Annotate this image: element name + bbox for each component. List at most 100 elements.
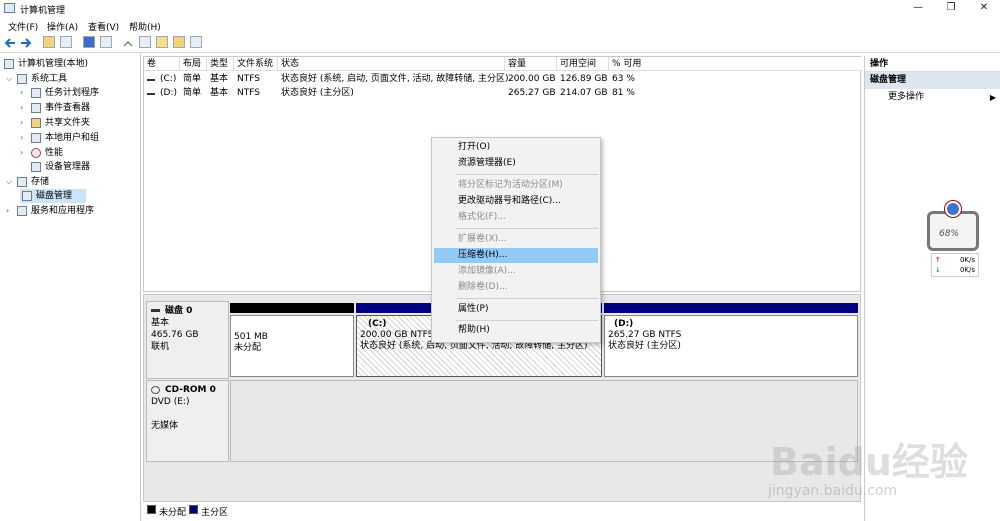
connect-icon[interactable] [122,36,134,48]
unallocated-partition[interactable]: 501 MB 未分配 [230,315,354,377]
help-icon[interactable] [83,36,95,48]
unalloc-label: 未分配 [234,343,262,353]
close-button[interactable]: ✕ [978,2,990,14]
up-folder-icon[interactable] [43,36,55,48]
menu-item-add-mirror[interactable]: 添加镜像(A)... [434,264,598,279]
export-icon[interactable] [156,36,168,48]
menu-item-explorer[interactable]: 资源管理器(E) [434,156,598,171]
toolbar [0,33,1000,53]
menu-separator [456,298,598,299]
more-actions[interactable]: 更多操作 ▶ [865,89,1000,106]
menu-file[interactable]: 文件(F) [8,20,38,33]
users-icon [31,133,41,143]
cdrom-label[interactable]: CD-ROM 0 DVD (E:) 无媒体 [146,380,229,462]
upload-speed: 0K/s [959,256,975,264]
forward-icon[interactable] [20,37,32,49]
menu-item-format[interactable]: 格式化(F)... [434,210,598,225]
partition-d-title: (D:) [614,319,634,329]
network-speed-widget[interactable]: 68% ↑ 0K/s ↓ 0K/s [925,201,985,279]
menu-help[interactable]: 帮助(H) [129,20,161,33]
disk-icon [22,191,32,201]
help-topic-icon[interactable] [173,36,185,48]
col-header-capacity[interactable]: 容量 [505,57,557,71]
cdrom-drive: DVD (E:) [151,397,190,407]
widget-speeds: ↑ 0K/s ↓ 0K/s [931,253,979,277]
legend-unallocated: 未分配 [159,508,187,518]
disk0-status: 联机 [151,342,170,352]
legend-swatch-unallocated [147,505,156,514]
maximize-button[interactable]: ❐ [945,2,957,14]
menu-separator [456,320,598,321]
title-bar: 计算机管理 — ❐ ✕ [0,0,1000,17]
chevron-right-icon[interactable]: › [20,131,28,145]
actions-header: 操作 [865,56,1000,72]
chevron-right-icon[interactable]: › [6,204,14,218]
chevron-down-icon[interactable]: ⌵ [6,175,14,189]
chevron-right-icon[interactable]: › [20,116,28,130]
tools-icon [17,74,27,84]
triangle-right-icon: ▶ [989,93,996,102]
show-tree-icon[interactable] [60,36,72,48]
tree-item-system-tools[interactable]: ⌵ 系统工具 [6,72,140,86]
volume-icon [147,93,155,95]
shared-folder-icon [31,118,41,128]
console-icon[interactable] [190,36,202,48]
menu-item-mark-active[interactable]: 将分区标记为活动分区(M) [434,178,598,193]
cdrom-media: 无媒体 [151,421,179,431]
menu-item-shrink[interactable]: 压缩卷(H)... [434,248,598,263]
tree-item-shared-folders[interactable]: › 共享文件夹 [20,116,140,130]
chevron-right-icon[interactable]: › [20,86,28,100]
menu-view[interactable]: 查看(V) [88,20,119,33]
properties-icon[interactable] [100,36,112,48]
tree-item-root[interactable]: 计算机管理(本地) [2,57,140,71]
chevron-right-icon[interactable]: › [20,101,28,115]
storage-icon [17,177,27,187]
menu-bar: 文件(F) 操作(A) 查看(V) 帮助(H) [0,17,1000,33]
menu-item-help[interactable]: 帮助(H) [434,323,598,338]
widget-percent: 68% [939,229,960,239]
primary-bar-d [604,303,858,313]
tree-item-task-scheduler[interactable]: › 任务计划程序 [20,86,140,100]
menu-action[interactable]: 操作(A) [47,20,78,33]
col-header-volume[interactable]: 卷 [144,57,180,71]
col-header-status[interactable]: 状态 [278,57,505,71]
tree-item-performance[interactable]: › 性能 [20,146,140,160]
menu-item-extend[interactable]: 扩展卷(X)... [434,232,598,247]
legend-primary: 主分区 [201,508,229,518]
tree-item-event-viewer[interactable]: › 事件查看器 [20,101,140,115]
menu-separator [456,174,598,175]
legend: 未分配 主分区 [143,503,861,518]
tree-item-services[interactable]: › 服务和应用程序 [6,204,140,218]
device-manager-icon [31,162,41,172]
col-header-free-space[interactable]: 可用空间 [557,57,609,71]
tree-item-device-manager[interactable]: 设备管理器 [20,160,140,174]
computer-management-icon [4,3,15,13]
partition-d[interactable]: (D:) 265.27 GB NTFS 状态良好 (主分区) [604,315,858,377]
computer-icon [4,59,14,69]
col-header-layout[interactable]: 布局 [180,57,207,71]
menu-item-change-letter[interactable]: 更改驱动器号和路径(C)... [434,194,598,209]
chevron-down-icon[interactable]: ⌵ [6,72,14,86]
legend-swatch-primary [189,505,198,514]
col-header-filesystem[interactable]: 文件系统 [234,57,278,71]
tree-item-local-users[interactable]: › 本地用户和组 [20,131,140,145]
col-header-type[interactable]: 类型 [207,57,234,71]
menu-item-delete[interactable]: 删除卷(D)... [434,280,598,295]
tree-item-storage[interactable]: ⌵ 存储 [6,175,140,189]
minimize-button[interactable]: — [912,2,924,14]
back-icon[interactable] [4,37,16,49]
unalloc-size: 501 MB [234,332,268,342]
navigation-tree: 计算机管理(本地) ⌵ 系统工具 › 任务计划程序 › 事件查看器 › 共享文件… [0,54,141,521]
tree-item-disk-management[interactable]: 磁盘管理 [20,189,86,203]
widget-ball-icon [945,201,961,217]
menu-item-properties[interactable]: 属性(P) [434,302,598,317]
menu-item-open[interactable]: 打开(O) [434,140,598,155]
col-header-percent-free[interactable]: % 可用 [609,57,862,71]
disk0-label[interactable]: 磁盘 0 基本 465.76 GB 联机 [146,301,229,379]
chevron-right-icon[interactable]: › [20,146,28,160]
actions-section-disk-management[interactable]: 磁盘管理 [865,72,1000,89]
download-speed: 0K/s [959,266,975,274]
services-icon [17,206,27,216]
check-icon[interactable] [139,36,151,48]
download-arrow-icon: ↓ [935,266,941,274]
